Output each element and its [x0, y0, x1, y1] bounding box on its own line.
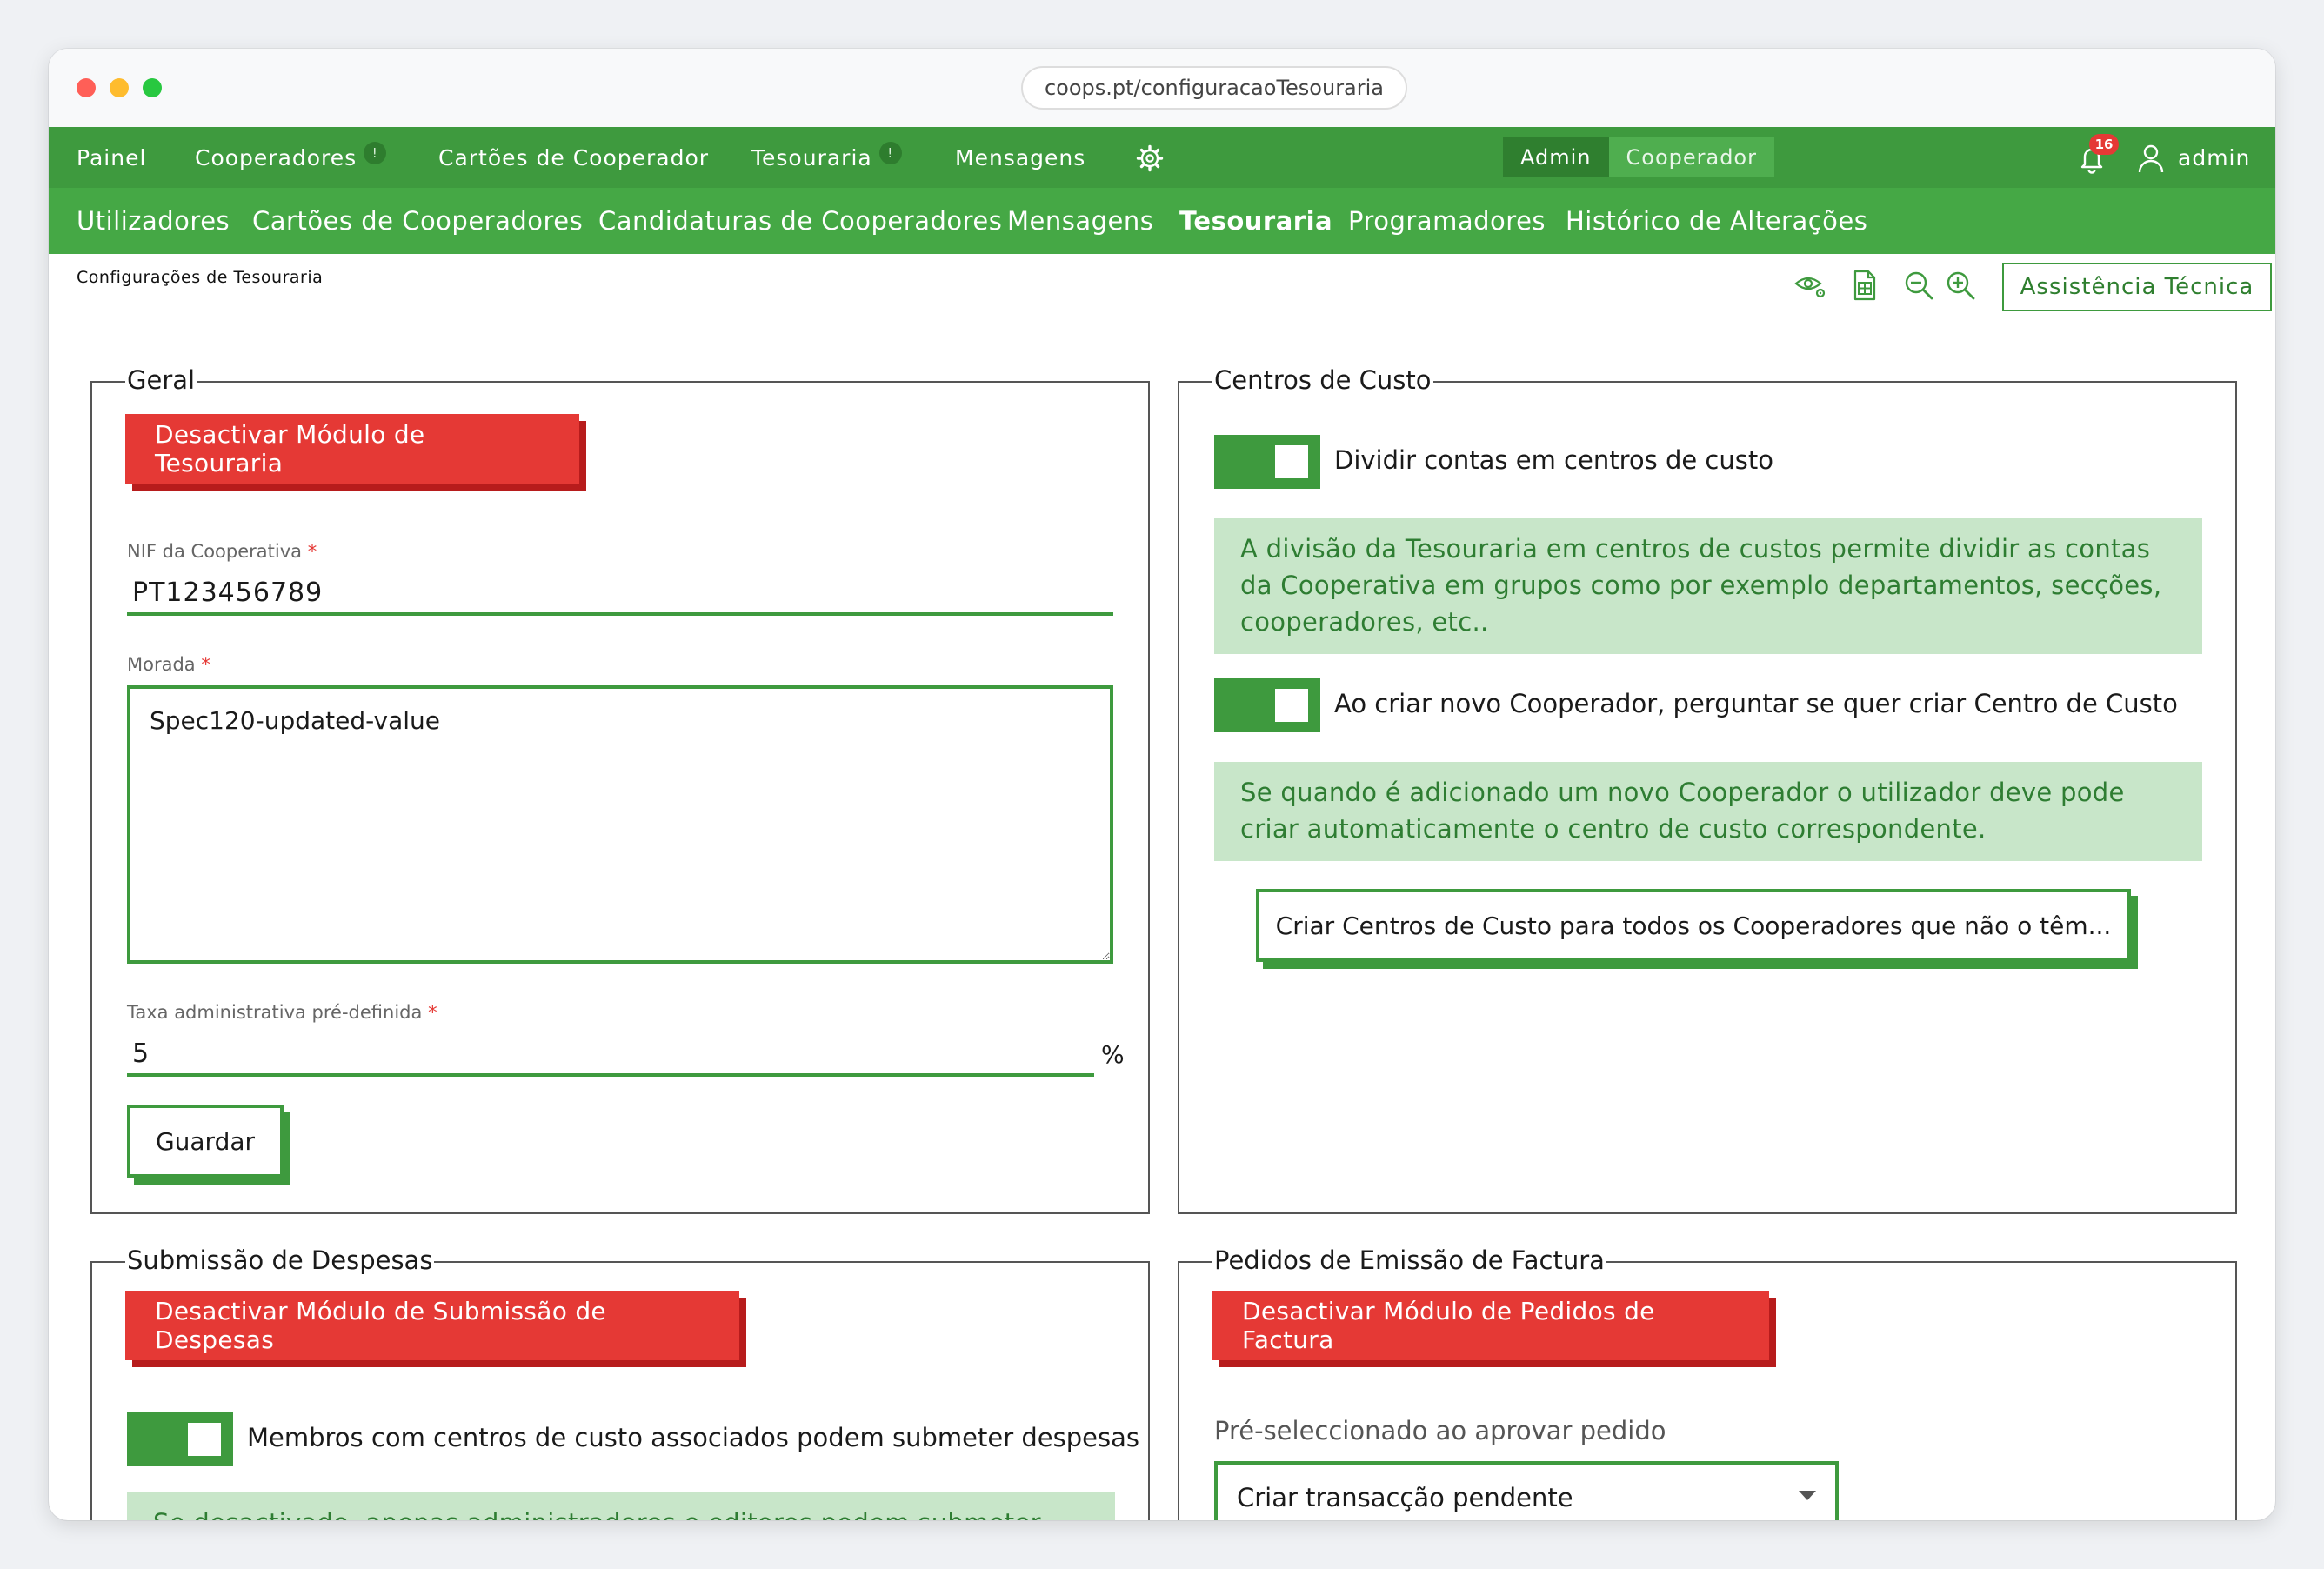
alert-badge: ! — [364, 142, 387, 164]
nav-label: Cartões de Cooperador — [438, 144, 710, 170]
nav-cooperadores[interactable]: Cooperadores ! — [195, 127, 387, 188]
subnav-candidaturas[interactable]: Candidaturas de Cooperadores — [598, 188, 1002, 254]
minimize-window-button[interactable] — [110, 78, 129, 97]
panel-legend: Pedidos de Emissão de Factura — [1212, 1245, 1606, 1275]
nav-tesouraria[interactable]: Tesouraria ! — [751, 127, 902, 188]
role-switch: Admin Cooperador — [1503, 137, 1774, 177]
breadcrumb: Configurações de Tesouraria — [77, 268, 324, 287]
deactivate-tesouraria-button[interactable]: Desactivar Módulo de Tesouraria — [125, 414, 579, 484]
toggle-knob — [1275, 689, 1308, 722]
percent-unit: % — [1101, 1040, 1125, 1069]
nav-label: Mensagens — [955, 144, 1086, 170]
browser-titlebar: coops.pt/configuracaoTesouraria — [49, 49, 2275, 127]
nav-label: Painel — [77, 144, 147, 170]
subnav-cartoes-cooperadores[interactable]: Cartões de Cooperadores — [252, 188, 583, 254]
technical-support-button[interactable]: Assistência Técnica — [2002, 263, 2272, 311]
approve-action-select[interactable]: Criar transacção pendente — [1214, 1461, 1839, 1520]
user-menu[interactable]: admin — [2178, 127, 2250, 188]
zoom-out-icon[interactable] — [1901, 268, 1936, 303]
taxa-label: Taxa administrativa pré-definida * — [127, 1002, 437, 1023]
nav-cartoes-cooperador[interactable]: Cartões de Cooperador — [438, 127, 709, 188]
nav-mensagens[interactable]: Mensagens — [955, 127, 1085, 188]
browser-window: coops.pt/configuracaoTesouraria Painel C… — [49, 49, 2275, 1520]
subnav-tesouraria[interactable]: Tesouraria — [1179, 188, 1332, 254]
toggle-dividir-contas-label: Dividir contas em centros de custo — [1334, 445, 1773, 475]
info-membros-submeter: Se desactivado, apenas administradores e… — [127, 1492, 1115, 1520]
user-icon[interactable] — [2136, 143, 2166, 174]
toggle-knob — [188, 1423, 221, 1456]
panel-legend: Submissão de Despesas — [125, 1245, 435, 1275]
chevron-down-icon — [1799, 1491, 1816, 1500]
panel-pedidos-factura: Pedidos de Emissão de Factura Desactivar… — [1178, 1245, 2237, 1520]
info-dividir-contas: A divisão da Tesouraria em centros de cu… — [1214, 518, 2202, 654]
subnav-mensagens[interactable]: Mensagens — [1007, 188, 1153, 254]
info-criar-centro-custo: Se quando é adicionado um novo Cooperado… — [1214, 762, 2202, 861]
spreadsheet-icon[interactable] — [1847, 268, 1882, 303]
deactivate-despesas-button[interactable]: Desactivar Módulo de Submissão de Despes… — [125, 1291, 739, 1360]
required-marker: * — [428, 1002, 437, 1023]
panel-submissao-despesas: Submissão de Despesas Desactivar Módulo … — [90, 1245, 1150, 1520]
panel-centros-custo: Centros de Custo Dividir contas em centr… — [1178, 365, 2237, 1214]
panel-legend: Geral — [125, 365, 197, 395]
nav-painel[interactable]: Painel — [77, 127, 146, 188]
toggle-membros-submeter[interactable] — [127, 1412, 233, 1466]
toggle-membros-submeter-label: Membros com centros de custo associados … — [247, 1423, 1139, 1452]
gear-icon[interactable] — [1136, 144, 1164, 172]
panel-legend: Centros de Custo — [1212, 365, 1433, 395]
zoom-in-icon[interactable] — [1943, 268, 1978, 303]
close-window-button[interactable] — [77, 78, 96, 97]
save-button[interactable]: Guardar — [127, 1105, 284, 1178]
select-value: Criar transacção pendente — [1237, 1483, 1573, 1512]
required-marker: * — [201, 654, 210, 675]
alert-badge: ! — [878, 142, 902, 164]
top-navigation: Painel Cooperadores ! Cartões de Coopera… — [49, 127, 2275, 188]
taxa-input[interactable] — [127, 1033, 1094, 1077]
morada-textarea[interactable]: Spec120-updated-value — [127, 685, 1113, 964]
deactivate-pedidos-factura-button[interactable]: Desactivar Módulo de Pedidos de Factura — [1212, 1291, 1769, 1360]
subnav-historico[interactable]: Histórico de Alterações — [1566, 188, 1867, 254]
maximize-window-button[interactable] — [143, 78, 162, 97]
required-marker: * — [307, 541, 317, 562]
address-bar[interactable]: coops.pt/configuracaoTesouraria — [1021, 66, 1407, 110]
toggle-criar-centro-custo-label: Ao criar novo Cooperador, perguntar se q… — [1334, 689, 2178, 718]
nav-label: Cooperadores — [195, 144, 357, 170]
role-cooperador-button[interactable]: Cooperador — [1608, 137, 1774, 177]
nav-label: Tesouraria — [751, 144, 872, 170]
toggle-knob — [1275, 445, 1308, 478]
nif-input[interactable] — [127, 572, 1113, 616]
morada-label: Morada * — [127, 654, 210, 675]
select-label: Pré-seleccionado ao aprovar pedido — [1214, 1416, 1666, 1445]
panel-geral: Geral Desactivar Módulo de Tesouraria NI… — [90, 365, 1150, 1214]
subnav-utilizadores[interactable]: Utilizadores — [77, 188, 230, 254]
notification-count-badge: 16 — [2089, 134, 2119, 155]
toggle-dividir-contas[interactable] — [1214, 435, 1320, 489]
eye-settings-icon[interactable] — [1793, 268, 1828, 303]
taxa-label-text: Taxa administrativa pré-definida — [127, 1002, 423, 1023]
nif-label-text: NIF da Cooperativa — [127, 541, 303, 562]
sub-navigation: Utilizadores Cartões de Cooperadores Can… — [49, 188, 2275, 254]
nif-label: NIF da Cooperativa * — [127, 541, 317, 562]
subnav-programadores[interactable]: Programadores — [1348, 188, 1546, 254]
role-admin-button[interactable]: Admin — [1503, 137, 1609, 177]
create-cost-centers-button[interactable]: Criar Centros de Custo para todos os Coo… — [1256, 889, 2131, 962]
morada-label-text: Morada — [127, 654, 196, 675]
toggle-criar-centro-custo[interactable] — [1214, 678, 1320, 732]
